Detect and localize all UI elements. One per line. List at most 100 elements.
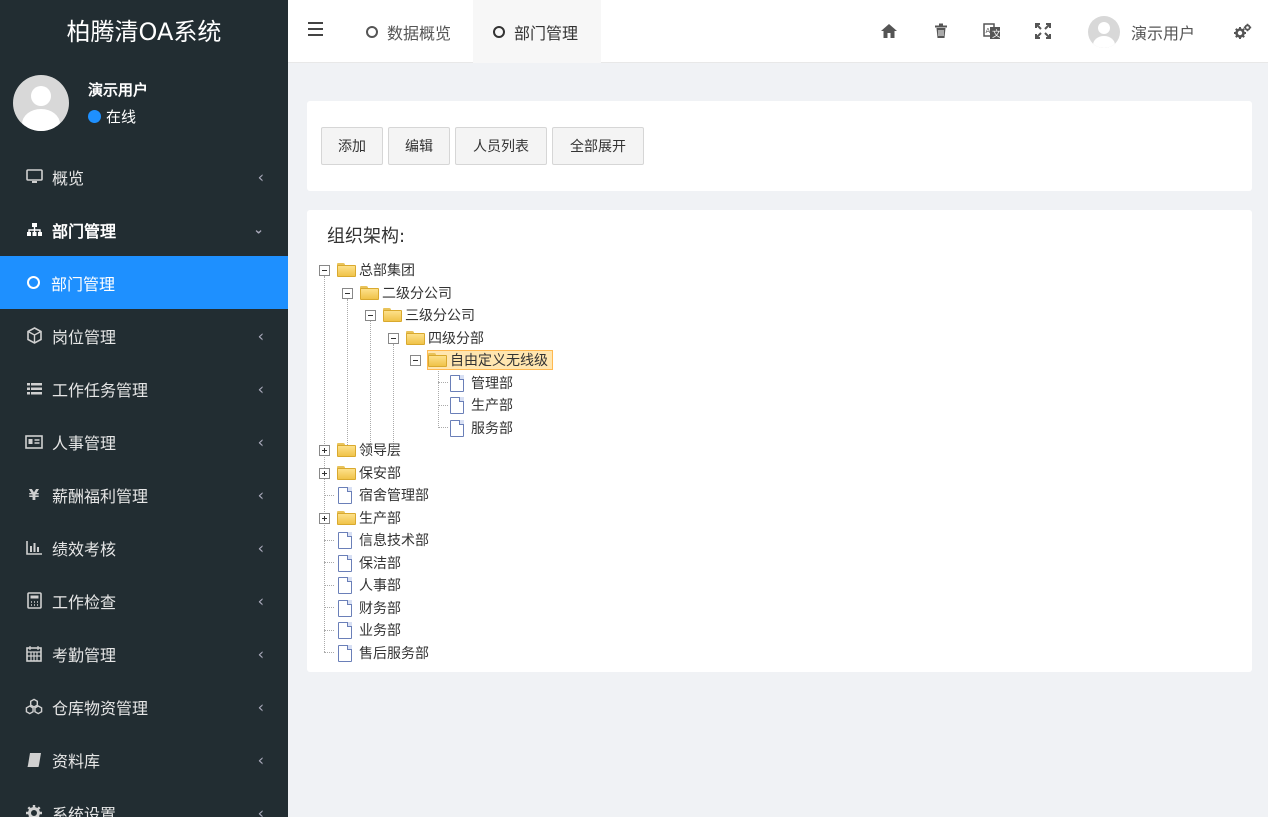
calendar-icon [25,645,43,663]
menu-toggle-icon[interactable] [308,22,323,40]
trash-icon[interactable] [930,20,952,42]
chevron-left-icon: ‹ [257,538,264,557]
collapse-icon[interactable] [388,332,399,344]
tree-node[interactable]: 二级分公司 [342,283,457,303]
svg-text:文: 文 [992,28,1001,40]
sidebar-item-attendance[interactable]: 考勤管理 ‹ [0,627,288,680]
tree-node[interactable]: 财务部 [338,598,403,618]
fullscreen-icon[interactable] [1032,20,1054,42]
collapse-icon[interactable] [410,354,421,366]
tree-node[interactable]: 三级分公司 [365,305,480,325]
sidebar-item-performance[interactable]: 绩效考核 ‹ [0,521,288,574]
sidebar-item-salary[interactable]: ¥ 薪酬福利管理 ‹ [0,468,288,521]
folder-open-icon [383,308,402,322]
tree-node[interactable]: 信息技术部 [338,530,431,550]
tree-node[interactable]: 售后服务部 [338,643,431,663]
edit-button[interactable]: 编辑 [388,127,450,165]
sidebar-item-label: 工作检查 [52,592,117,612]
sidebar-item-hr[interactable]: 人事管理 ‹ [0,415,288,468]
sidebar-item-settings[interactable]: 系统设置 ‹ [0,786,288,817]
list-icon [25,380,43,398]
sidebar-item-label: 人事管理 [52,433,117,453]
tree-node-selected[interactable]: 自由定义无线级 [410,350,553,370]
avatar [13,75,69,131]
document-icon [338,531,352,549]
folder-open-icon [406,331,425,345]
tree-node[interactable]: 服务部 [450,418,515,438]
document-icon [450,396,464,414]
expand-icon[interactable] [319,512,330,524]
sidebar-item-label: 系统设置 [52,804,117,817]
tree-node[interactable]: 总部集团 [319,260,420,280]
top-navbar: 数据概览 部门管理 文A 演示用户 [288,0,1268,63]
toolbar-panel: 添加 编辑 人员列表 全部展开 [307,101,1252,191]
sidebar-item-label: 概览 [52,168,85,188]
user-menu[interactable]: 演示用户 [1088,16,1195,48]
expand-all-button[interactable]: 全部展开 [552,127,644,165]
user-panel: 演示用户 在线 [0,64,288,150]
sidebar-item-warehouse[interactable]: 仓库物资管理 ‹ [0,680,288,733]
sidebar-item-overview[interactable]: 概览 ‹ [0,150,288,203]
sidebar-item-library[interactable]: 资料库 ‹ [0,733,288,786]
chevron-left-icon: ‹ [257,697,264,716]
staff-list-button[interactable]: 人员列表 [455,127,547,165]
tree-node[interactable]: 四级分部 [388,328,489,348]
online-dot-icon [88,110,101,123]
sidebar-subitem-department[interactable]: 部门管理 [0,256,288,309]
user-status: 在线 [88,106,136,127]
home-icon[interactable] [878,20,900,42]
chevron-left-icon: ‹ [257,750,264,769]
sidebar-item-label: 部门管理 [52,221,117,241]
tab-label: 部门管理 [514,23,579,43]
document-icon [450,419,464,437]
cube-icon [25,327,43,345]
document-icon [338,576,352,594]
tree-node[interactable]: 业务部 [338,620,403,640]
folder-open-icon [360,286,379,300]
tab-department[interactable]: 部门管理 [473,0,601,63]
tree-node[interactable]: 保安部 [319,463,406,483]
settings-icon[interactable] [1231,20,1253,42]
user-status-label: 在线 [106,108,137,126]
chevron-left-icon: ‹ [257,485,264,504]
app-title: 柏腾清OA系统 [0,0,288,64]
folder-icon [337,466,356,480]
add-button[interactable]: 添加 [321,127,383,165]
collapse-icon[interactable] [342,287,353,299]
book-icon [25,751,43,769]
collapse-icon[interactable] [365,309,376,321]
sidebar-item-position[interactable]: 岗位管理 ‹ [0,309,288,362]
expand-icon[interactable] [319,444,330,456]
sidebar-item-label: 仓库物资管理 [52,698,149,718]
tree-node[interactable]: 领导层 [319,440,406,460]
user-menu-name: 演示用户 [1131,24,1196,43]
tab-data-overview[interactable]: 数据概览 [346,0,471,63]
chevron-left-icon: ‹ [257,803,264,817]
translate-icon[interactable]: 文A [981,20,1003,42]
chevron-left-icon: ‹ [257,591,264,610]
chevron-left-icon: ‹ [257,432,264,451]
chevron-down-icon: ⌄ [253,222,264,237]
tree-title: 组织架构: [327,226,406,247]
sidebar-item-tasks[interactable]: 工作任务管理 ‹ [0,362,288,415]
sidebar-item-inspection[interactable]: 工作检查 ‹ [0,574,288,627]
document-icon [338,644,352,662]
monitor-icon [25,168,43,186]
expand-icon[interactable] [319,467,330,479]
tree-node[interactable]: 生产部 [450,395,515,415]
tree-node[interactable]: 管理部 [450,373,515,393]
collapse-icon[interactable] [319,264,330,276]
tree-node[interactable]: 宿舍管理部 [338,485,431,505]
chevron-left-icon: ‹ [257,326,264,345]
sidebar-item-department[interactable]: 部门管理 ⌄ [0,203,288,256]
cubes-icon [25,698,43,716]
tree-node[interactable]: 保洁部 [338,553,403,573]
sitemap-icon [25,221,43,239]
tree-node[interactable]: 生产部 [319,508,406,528]
tree-node[interactable]: 人事部 [338,575,403,595]
document-icon [338,599,352,617]
document-icon [450,374,464,392]
circle-icon [27,276,40,289]
chevron-left-icon: ‹ [257,167,264,186]
document-icon [338,554,352,572]
